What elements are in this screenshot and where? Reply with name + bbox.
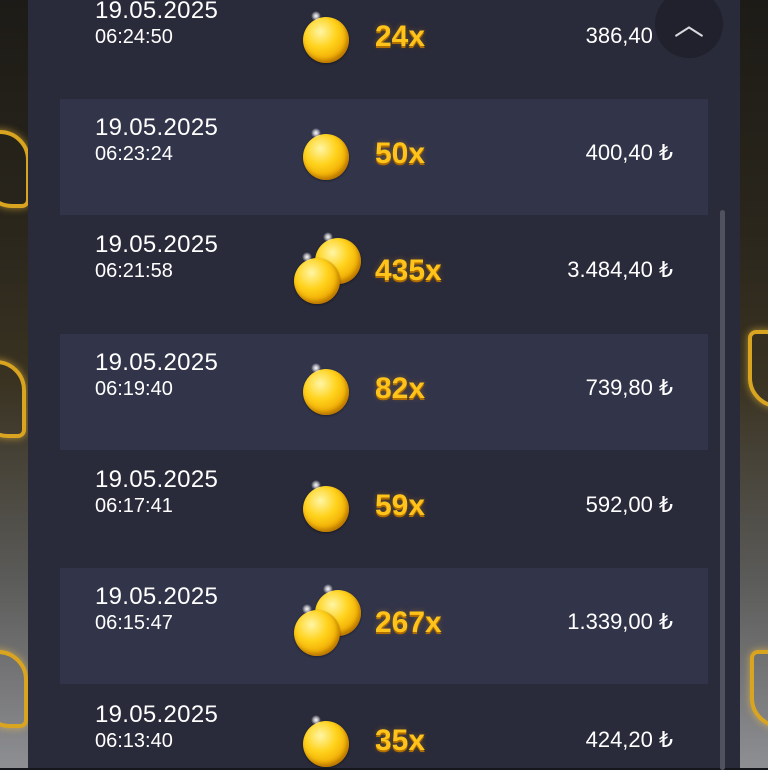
row-multiplier: 435x bbox=[375, 254, 442, 287]
history-row[interactable]: 19.05.2025 06:23:24 50x 400,40 ₺ bbox=[60, 99, 708, 215]
history-row[interactable]: 19.05.2025 06:13:40 35x 424,20 ₺ bbox=[60, 686, 708, 768]
row-time: 06:17:41 bbox=[95, 495, 173, 517]
row-win-amount: 1.339,00 ₺ bbox=[567, 609, 673, 634]
row-win-amount: 400,40 ₺ bbox=[585, 140, 673, 165]
background-decor-left bbox=[0, 0, 30, 768]
row-multiplier: 35x bbox=[375, 724, 426, 757]
row-date: 19.05.2025 bbox=[95, 701, 219, 728]
coin-icon bbox=[290, 686, 370, 768]
scrollbar[interactable] bbox=[720, 210, 725, 770]
row-date: 19.05.2025 bbox=[95, 0, 219, 24]
history-row[interactable]: 19.05.2025 06:19:40 82x 739,80 ₺ bbox=[60, 334, 708, 450]
row-multiplier: 82x bbox=[375, 372, 426, 405]
row-time: 06:15:47 bbox=[95, 612, 173, 634]
row-win-amount: 424,20 ₺ bbox=[585, 727, 673, 752]
coin-icon bbox=[290, 334, 370, 450]
row-multiplier: 267x bbox=[375, 606, 442, 639]
row-win-amount: 3.484,40 ₺ bbox=[567, 257, 673, 282]
gold-ornament-icon bbox=[748, 330, 768, 408]
row-multiplier: 50x bbox=[375, 137, 426, 170]
background-decor-right bbox=[738, 0, 768, 768]
row-time: 06:21:58 bbox=[95, 260, 173, 282]
row-multiplier: 24x bbox=[375, 20, 426, 53]
coin-icon bbox=[290, 99, 370, 215]
coin-stack-icon bbox=[290, 568, 370, 684]
history-row[interactable]: 19.05.2025 06:17:41 59x 592,00 ₺ bbox=[60, 451, 708, 567]
history-row[interactable]: 19.05.2025 06:21:58 435x 3.484,40 ₺ bbox=[60, 216, 708, 332]
row-date: 19.05.2025 bbox=[95, 114, 219, 141]
gold-ornament-icon bbox=[0, 650, 28, 728]
coin-icon bbox=[290, 451, 370, 567]
row-time: 06:19:40 bbox=[95, 378, 173, 400]
row-date: 19.05.2025 bbox=[95, 466, 219, 493]
gold-ornament-icon bbox=[750, 650, 768, 728]
chevron-up-icon: ︿ bbox=[674, 9, 704, 42]
row-time: 06:13:40 bbox=[95, 730, 173, 752]
row-time: 06:24:50 bbox=[95, 26, 173, 48]
gold-ornament-icon bbox=[0, 130, 30, 208]
history-row[interactable]: 19.05.2025 06:15:47 267x 1.339,00 ₺ bbox=[60, 568, 708, 684]
bet-history-panel[interactable]: 19.05.2025 06:24:50 24x 386,40 ₺ 19.05.2… bbox=[28, 0, 740, 768]
gold-ornament-icon bbox=[0, 360, 26, 438]
row-time: 06:23:24 bbox=[95, 143, 173, 165]
row-date: 19.05.2025 bbox=[95, 583, 219, 610]
coin-stack-icon bbox=[290, 216, 370, 332]
row-win-amount: 592,00 ₺ bbox=[585, 492, 673, 517]
row-date: 19.05.2025 bbox=[95, 349, 219, 376]
coin-icon bbox=[290, 0, 370, 98]
history-row[interactable]: 19.05.2025 06:24:50 24x 386,40 ₺ bbox=[60, 0, 708, 98]
row-win-amount: 739,80 ₺ bbox=[585, 375, 673, 400]
row-multiplier: 59x bbox=[375, 489, 426, 522]
row-date: 19.05.2025 bbox=[95, 231, 219, 258]
